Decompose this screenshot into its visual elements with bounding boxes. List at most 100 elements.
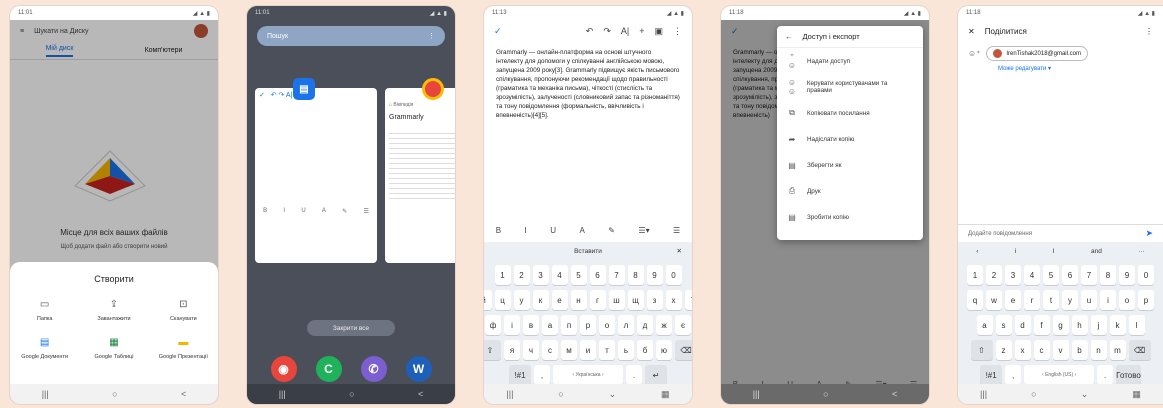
chrome-icon[interactable]: ◉	[270, 356, 297, 382]
key[interactable]: d	[1014, 315, 1031, 335]
key[interactable]: є	[675, 315, 691, 335]
key[interactable]: p	[1138, 290, 1154, 310]
key[interactable]: h	[1071, 315, 1088, 335]
key[interactable]: a	[976, 315, 993, 335]
key[interactable]: u	[1081, 290, 1097, 310]
key[interactable]: з	[646, 290, 663, 310]
key[interactable]: ,	[534, 365, 550, 385]
key[interactable]: ч	[523, 340, 539, 360]
recents-button[interactable]: |||	[279, 389, 286, 399]
key[interactable]: 3	[1005, 265, 1021, 285]
key[interactable]: .	[1097, 365, 1114, 385]
key[interactable]: к	[532, 290, 549, 310]
key[interactable]: л	[618, 315, 634, 335]
recents-button[interactable]: |||	[42, 389, 49, 399]
key[interactable]: o	[1119, 290, 1135, 310]
key[interactable]: s	[995, 315, 1012, 335]
key[interactable]: Готово	[1116, 365, 1141, 385]
create-item[interactable]: ▦ Google Таблиці	[79, 334, 148, 361]
close-keyboard-icon[interactable]: ✕	[677, 247, 682, 255]
recents-search[interactable]: Пошук ⋮	[257, 26, 445, 46]
home-button[interactable]: ○	[349, 389, 354, 399]
key[interactable]: 6	[1062, 265, 1078, 285]
key[interactable]: ⌫	[1128, 340, 1151, 360]
key[interactable]: ↵	[645, 365, 667, 385]
keyboard-switch-button[interactable]: ▦	[1132, 389, 1141, 400]
more-icon[interactable]: ⋮	[428, 32, 435, 40]
key[interactable]: і	[504, 315, 520, 335]
key[interactable]: т	[599, 340, 615, 360]
key[interactable]: w	[986, 290, 1002, 310]
done-check-icon[interactable]: ✓	[494, 26, 502, 37]
key[interactable]: v	[1052, 340, 1069, 360]
key[interactable]: q	[967, 290, 983, 310]
key[interactable]: z	[995, 340, 1012, 360]
toolbar-button[interactable]: ↷	[603, 26, 611, 37]
menu-item[interactable]: ▤ Зробити копію	[777, 204, 923, 230]
key[interactable]: 5	[570, 265, 587, 285]
key[interactable]: ю	[656, 340, 672, 360]
key[interactable]: ж	[656, 315, 672, 335]
menu-item[interactable]: ⁺☺ Надати доступ	[777, 48, 923, 74]
create-item[interactable]: ▤ Google Документи	[10, 334, 79, 361]
chrome-app-card[interactable]: ⌂ Вікіпедія Grammarly	[385, 88, 455, 263]
key[interactable]: 4	[1024, 265, 1040, 285]
key[interactable]: щ	[627, 290, 644, 310]
key[interactable]: f	[1033, 315, 1050, 335]
format-button[interactable]: A	[579, 226, 584, 235]
key[interactable]: r	[1024, 290, 1040, 310]
key[interactable]: 8	[627, 265, 644, 285]
key[interactable]: о	[599, 315, 615, 335]
key[interactable]: 1	[967, 265, 983, 285]
key[interactable]: 0	[665, 265, 682, 285]
key[interactable]: ⇧	[484, 340, 501, 360]
close-icon[interactable]: ✕	[968, 27, 975, 36]
create-item[interactable]: ▭ Папка	[10, 296, 79, 323]
key[interactable]: c	[1033, 340, 1050, 360]
toolbar-button[interactable]: A|	[621, 26, 629, 37]
key[interactable]: н	[570, 290, 587, 310]
back-button[interactable]: <	[892, 389, 897, 399]
key[interactable]: 7	[1081, 265, 1097, 285]
recipient-chip[interactable]: IrenTishak2018@gmail.com	[986, 46, 1088, 61]
docs-app-card[interactable]: ✓ ↶ ↷ A| + ▣ ⋮ B I U A ✎ ☰	[255, 88, 377, 263]
hide-keyboard-button[interactable]: ⌄	[1081, 389, 1089, 400]
key[interactable]: ⌫	[675, 340, 692, 360]
key[interactable]: b	[1071, 340, 1088, 360]
key[interactable]: и	[580, 340, 596, 360]
key[interactable]: ‹ English (US) ›	[1024, 365, 1095, 385]
key[interactable]: р	[580, 315, 596, 335]
back-button[interactable]: <	[181, 389, 186, 399]
home-button[interactable]: ○	[112, 389, 117, 399]
more-icon[interactable]: ⋮	[1145, 27, 1153, 36]
key[interactable]: 7	[608, 265, 625, 285]
key[interactable]: 2	[513, 265, 530, 285]
key[interactable]: д	[637, 315, 653, 335]
key[interactable]: k	[1109, 315, 1126, 335]
suggestion[interactable]: І	[1053, 248, 1055, 255]
key[interactable]: 2	[986, 265, 1002, 285]
key[interactable]: й	[484, 290, 492, 310]
key[interactable]: !#1	[509, 365, 531, 385]
format-button[interactable]: B	[496, 226, 501, 235]
key[interactable]: б	[637, 340, 653, 360]
key[interactable]: 4	[551, 265, 568, 285]
key[interactable]: x	[1014, 340, 1031, 360]
menu-item[interactable]: ⧉ Копіювати посилання	[777, 100, 923, 126]
key[interactable]: 3	[532, 265, 549, 285]
key[interactable]: г	[589, 290, 606, 310]
document-body[interactable]: Grammarly — онлайн-платформа на основі ш…	[484, 42, 692, 232]
key[interactable]: ь	[618, 340, 634, 360]
role-dropdown[interactable]: Може редагувати ▾	[958, 65, 1163, 72]
home-button[interactable]: ○	[558, 389, 563, 399]
key[interactable]: е	[551, 290, 568, 310]
key[interactable]: ф	[485, 315, 501, 335]
key[interactable]: i	[1100, 290, 1116, 310]
key[interactable]: ,	[1005, 365, 1022, 385]
toolbar-button[interactable]: ▣	[654, 26, 663, 37]
key[interactable]: !#1	[980, 365, 1003, 385]
key[interactable]: j	[1090, 315, 1107, 335]
key[interactable]: п	[561, 315, 577, 335]
recents-button[interactable]: |||	[753, 389, 760, 399]
menu-item[interactable]: ⎙ Друк	[777, 178, 923, 204]
